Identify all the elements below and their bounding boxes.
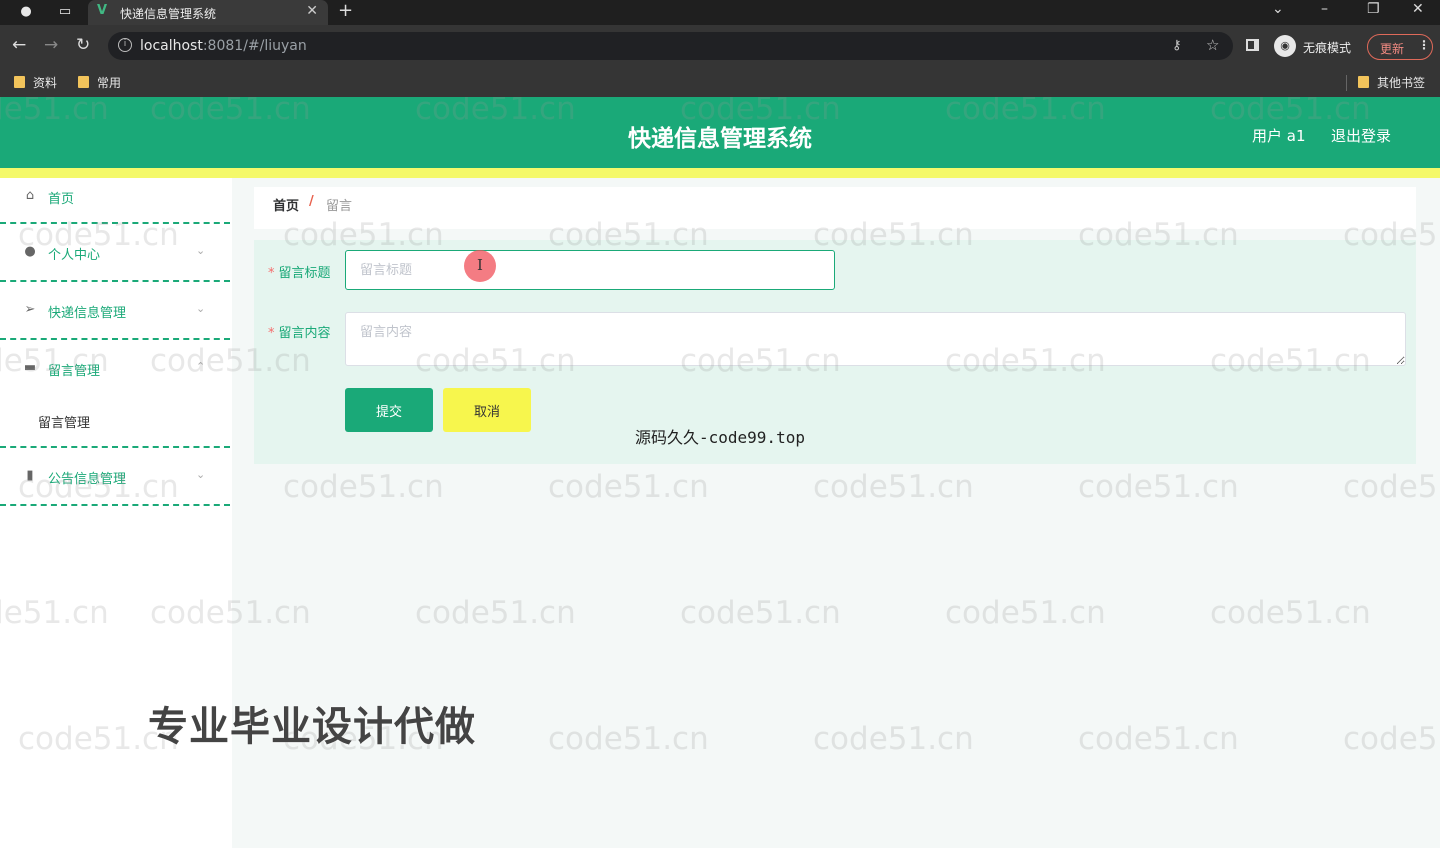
reload-icon[interactable]: ↻: [76, 35, 90, 55]
url-host: localhost: [140, 38, 203, 54]
other-bookmarks-label: 其他书签: [1377, 76, 1426, 90]
title-label-text: 留言标题: [278, 266, 331, 281]
url-text[interactable]: localhost:8081/#/liuyan: [140, 38, 307, 54]
sidebar-item-express-management[interactable]: ➢ 快递信息管理 ⌄: [0, 282, 230, 340]
incognito-profile-icon[interactable]: ●: [17, 3, 35, 21]
source-watermark-text: 源码久久-code99.top: [635, 428, 805, 447]
sidebar-subitem-message-management[interactable]: 留言管理: [38, 412, 90, 431]
send-icon: ➢: [24, 302, 36, 317]
vue-favicon-icon: V: [97, 3, 108, 18]
watermark: code51.cn: [1210, 595, 1371, 631]
app-header: 快递信息管理系统 用户 a1 退出登录: [0, 97, 1440, 168]
header-accent-stripe: [0, 168, 1440, 178]
browser-tab-bar: ● ▭ V 快递信息管理系统 ✕ + ⌄ – ❐ ✕: [0, 0, 1440, 25]
message-form: *留言标题 I *留言内容 提交 取消: [254, 240, 1416, 464]
folder-icon: [78, 76, 89, 88]
sidebar-item-label: 公告信息管理: [48, 472, 127, 487]
sidebar-item-label: 首页: [48, 192, 75, 207]
forward-icon[interactable]: →: [44, 35, 58, 55]
watermark: code51.cn: [1343, 469, 1440, 505]
bookmark-label: 资料: [33, 76, 58, 90]
required-mark: *: [268, 326, 275, 341]
chevron-down-icon: ⌄: [196, 468, 206, 481]
breadcrumb-home[interactable]: 首页: [273, 195, 299, 214]
sidebar-item-message-management[interactable]: ▬ 留言管理 ⌃ 留言管理: [0, 340, 230, 448]
submit-button[interactable]: 提交: [345, 388, 433, 432]
tab-title: 快递信息管理系统: [120, 7, 217, 21]
bookmark-label: 常用: [97, 76, 122, 90]
sidebar-item-label: 个人中心: [48, 248, 101, 263]
folder-icon: [14, 76, 25, 88]
current-user: 用户 a1: [1252, 127, 1306, 145]
watermark: code51.cn: [1078, 469, 1239, 505]
required-mark: *: [268, 266, 275, 281]
watermark: code51.cn: [1078, 721, 1239, 757]
watermark: code51.cn: [548, 721, 709, 757]
side-panel-icon[interactable]: [1246, 39, 1259, 51]
breadcrumb-separator: /: [309, 194, 314, 209]
sidebar-item-personal-center[interactable]: ● 个人中心 ⌄: [0, 224, 230, 282]
chevron-up-icon: ⌃: [196, 360, 206, 373]
address-bar[interactable]: i localhost:8081/#/liuyan ⚷ ☆: [108, 32, 1233, 60]
promo-overlay-text: 专业毕业设计代做: [148, 704, 476, 750]
logout-link[interactable]: 退出登录: [1331, 125, 1391, 146]
minimize-icon[interactable]: –: [1321, 1, 1328, 17]
browser-tab[interactable]: V 快递信息管理系统 ✕: [88, 0, 328, 25]
sidebar-item-label: 快递信息管理: [48, 306, 127, 321]
watermark: code51.cn: [415, 595, 576, 631]
notice-icon: ▮: [26, 468, 34, 483]
update-button[interactable]: 更新 ⋮: [1367, 34, 1433, 60]
incognito-icon: ◉: [1274, 35, 1296, 57]
window-close-icon[interactable]: ✕: [1412, 1, 1424, 17]
tab-close-icon[interactable]: ✕: [306, 3, 318, 19]
browser-toolbar: ← → ↻ i localhost:8081/#/liuyan ⚷ ☆ ◉ 无痕…: [0, 25, 1440, 68]
home-icon: ⌂: [25, 188, 35, 203]
breadcrumb-current: 留言: [326, 199, 353, 214]
watermark: code51.cn: [813, 469, 974, 505]
sidebar-item-label: 留言管理: [48, 364, 101, 379]
watermark: code51.cn: [283, 469, 444, 505]
watermark: code51.cn: [548, 469, 709, 505]
watermark: code51.cn: [945, 595, 1106, 631]
page-title: 快递信息管理系统: [628, 126, 812, 152]
watermark: code51.cn: [1343, 721, 1440, 757]
chevron-down-icon: ⌄: [196, 244, 206, 257]
bookmarks-bar: 资料 常用 其他书签: [0, 68, 1440, 97]
bookmark-star-icon[interactable]: ☆: [1206, 36, 1219, 54]
bookmark-folder-ziliao[interactable]: 资料: [14, 74, 57, 91]
text-cursor-icon: I: [477, 256, 483, 274]
new-tab-icon[interactable]: +: [338, 0, 353, 21]
restore-icon[interactable]: ❐: [1367, 1, 1380, 17]
key-icon[interactable]: ⚷: [1172, 38, 1182, 53]
bookmark-folder-changyong[interactable]: 常用: [78, 74, 121, 91]
sidebar-item-notice-management[interactable]: ▮ 公告信息管理 ⌄: [0, 448, 230, 506]
site-info-icon[interactable]: i: [118, 38, 132, 52]
user-icon: ●: [24, 244, 36, 259]
update-label: 更新: [1380, 42, 1405, 56]
chat-icon: ▬: [23, 360, 37, 375]
other-bookmarks[interactable]: 其他书签: [1358, 74, 1425, 91]
tab-search-icon[interactable]: ▭: [56, 3, 74, 21]
breadcrumb: 首页 / 留言: [254, 187, 1416, 229]
content-label-text: 留言内容: [278, 326, 331, 341]
cancel-button[interactable]: 取消: [443, 388, 531, 432]
watermark: code51.cn: [680, 595, 841, 631]
back-icon[interactable]: ←: [12, 35, 26, 55]
chevron-down-icon: ⌄: [196, 302, 206, 315]
content-label: * 留言内容: [268, 322, 331, 341]
incognito-label: 无痕模式: [1303, 41, 1352, 55]
sidebar-item-home[interactable]: ⌂ 首页: [0, 178, 230, 224]
bookmark-divider: [1346, 75, 1347, 91]
title-label: * 留言标题: [268, 262, 331, 281]
message-content-textarea[interactable]: [345, 312, 1406, 366]
url-path: :8081/#/liuyan: [202, 38, 307, 54]
folder-icon: [1358, 76, 1369, 88]
watermark: code51.cn: [813, 721, 974, 757]
tab-list-chevron-icon[interactable]: ⌄: [1272, 1, 1284, 17]
more-menu-icon[interactable]: ⋮: [1418, 38, 1430, 52]
message-title-input[interactable]: [345, 250, 835, 290]
